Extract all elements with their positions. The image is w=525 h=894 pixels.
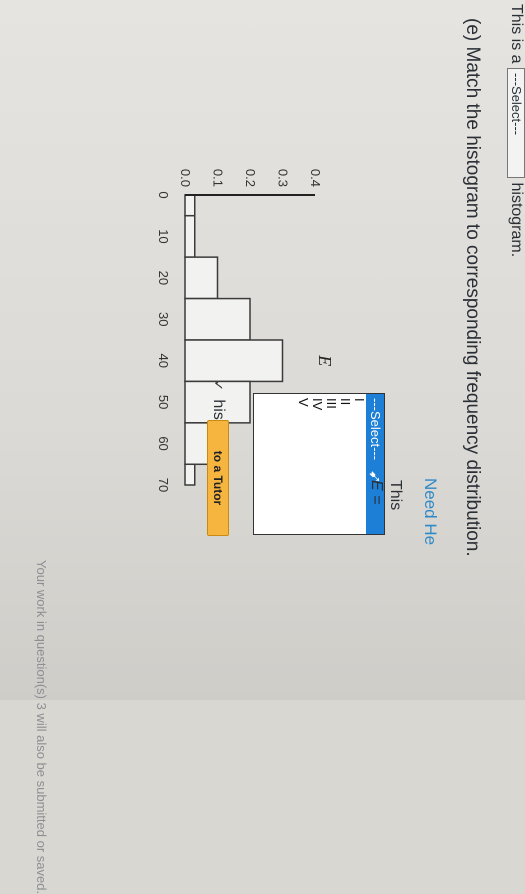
dropdown-option[interactable]: III: [324, 394, 339, 534]
dropdown-option[interactable]: V: [296, 394, 311, 534]
x-tick-label: 40: [156, 353, 171, 367]
content-frame: This is a ---Select--- histogram. (e) Ma…: [0, 0, 525, 894]
need-help-label: Need He: [421, 478, 440, 546]
x-tick-label: 50: [156, 395, 171, 409]
x-tick-label: 0: [156, 191, 171, 198]
histogram-bar-7: [184, 463, 196, 486]
histogram-bar-3: [184, 297, 251, 341]
talk-to-tutor-button[interactable]: to a Tutor: [207, 420, 229, 536]
x-tick-label: 60: [156, 436, 171, 450]
histogram-bar-4: [184, 339, 284, 383]
histogram-bar-1: [184, 214, 196, 258]
y-tick-label: 0.0: [178, 169, 193, 187]
histogram-letter-label: E: [315, 354, 335, 366]
line1-prefix: This is a: [507, 4, 525, 64]
line1-suffix: histogram.: [507, 182, 525, 258]
histogram-type-line: This is a ---Select--- histogram.: [507, 4, 525, 257]
footer-note: Your work in question(s) 3 will also be …: [34, 560, 49, 894]
e-equals-label: E =: [368, 480, 385, 505]
x-tick-label: 30: [156, 312, 171, 326]
dropdown-chevron-icon[interactable]: ✓: [211, 380, 226, 391]
dropdown-option[interactable]: I: [352, 394, 367, 534]
y-tick-label: 0.3: [276, 169, 291, 187]
dropdown-option[interactable]: ---Select---: [366, 394, 384, 534]
this-label: This: [387, 480, 404, 511]
y-tick-label: 0.1: [211, 169, 226, 187]
x-tick-label: 70: [156, 478, 171, 492]
answer-dropdown-list[interactable]: ---Select--- I II III IV V: [253, 393, 385, 535]
x-tick-label: 20: [156, 271, 171, 285]
dropdown-option[interactable]: II: [338, 394, 353, 534]
histogram-bar-2: [184, 256, 219, 300]
y-tick-label: 0.4: [308, 169, 323, 187]
dropdown-option[interactable]: IV: [310, 394, 325, 534]
histogram-bar-0: [184, 194, 196, 217]
part-e-title: (e) Match the histogram to corresponding…: [462, 18, 483, 557]
x-tick-label: 10: [156, 229, 171, 243]
histogram-type-select[interactable]: ---Select---: [507, 68, 525, 179]
y-tick-label: 0.2: [243, 169, 258, 187]
